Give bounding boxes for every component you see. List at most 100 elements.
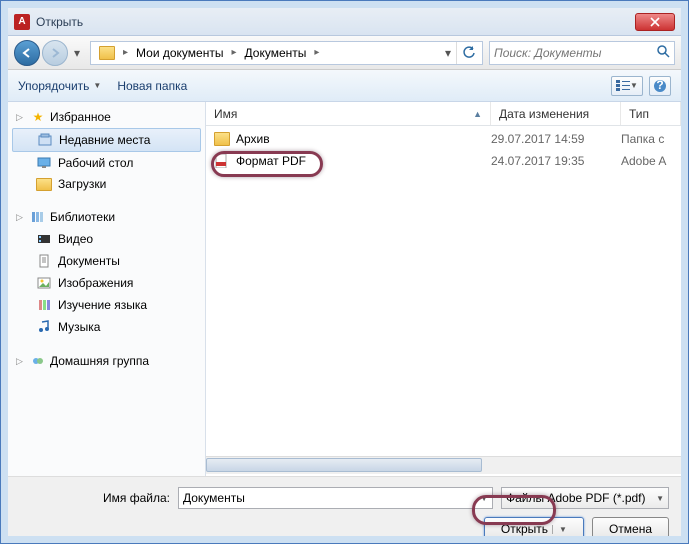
breadcrumb-item-2[interactable]: Документы bbox=[239, 42, 313, 64]
images-icon bbox=[36, 275, 52, 291]
view-mode-button[interactable]: ▼ bbox=[611, 76, 643, 96]
sidebar-item-language[interactable]: Изучение языка bbox=[8, 294, 205, 316]
horizontal-scrollbar[interactable] bbox=[206, 456, 681, 474]
new-folder-button[interactable]: Новая папка bbox=[117, 79, 187, 93]
collapse-icon: ▷ bbox=[16, 212, 26, 223]
chevron-down-icon: ▼ bbox=[656, 494, 664, 503]
sidebar-favorites[interactable]: ▷ ★ Избранное bbox=[8, 106, 205, 128]
list-body[interactable]: Архив 29.07.2017 14:59 Папка с Формат PD… bbox=[206, 126, 681, 456]
adobe-icon: A bbox=[14, 14, 30, 30]
open-dialog: A Открыть ▾ ▸ Мои документы ▸ Документы … bbox=[0, 0, 689, 544]
sidebar-libraries[interactable]: ▷ Библиотеки bbox=[8, 206, 205, 228]
file-name: Формат PDF bbox=[236, 154, 491, 168]
sidebar-item-images[interactable]: Изображения bbox=[8, 272, 205, 294]
homegroup-icon bbox=[30, 353, 46, 369]
chevron-down-icon[interactable]: ▼ bbox=[552, 525, 567, 534]
column-date[interactable]: Дата изменения bbox=[491, 102, 621, 125]
close-icon bbox=[650, 17, 660, 27]
list-header: Имя ▲ Дата изменения Тип bbox=[206, 102, 681, 126]
scrollbar-thumb[interactable] bbox=[206, 458, 482, 472]
file-list: Имя ▲ Дата изменения Тип Архив 29.07.201… bbox=[206, 102, 681, 476]
breadcrumb-label: Мои документы bbox=[136, 46, 223, 60]
file-row[interactable]: Формат PDF 24.07.2017 19:35 Adobe A bbox=[206, 150, 681, 172]
library-icon bbox=[36, 297, 52, 313]
music-icon bbox=[36, 319, 52, 335]
sidebar-homegroup[interactable]: ▷ Домашняя группа bbox=[8, 350, 205, 372]
star-icon: ★ bbox=[30, 109, 46, 125]
list-icon bbox=[616, 80, 630, 92]
sidebar-item-desktop[interactable]: Рабочий стол bbox=[8, 152, 205, 174]
search-icon[interactable] bbox=[656, 44, 670, 61]
desktop-icon bbox=[36, 155, 52, 171]
chevron-down-icon: ▼ bbox=[93, 81, 101, 90]
chevron-right-icon[interactable]: ▸ bbox=[312, 47, 321, 58]
file-row[interactable]: Архив 29.07.2017 14:59 Папка с bbox=[206, 128, 681, 150]
search-input[interactable] bbox=[494, 46, 656, 60]
refresh-button[interactable] bbox=[456, 42, 480, 64]
toolbar: Упорядочить ▼ Новая папка ▼ ? bbox=[8, 70, 681, 102]
search-box[interactable] bbox=[489, 41, 675, 65]
sidebar-item-downloads[interactable]: Загрузки bbox=[8, 174, 205, 194]
file-type: Папка с bbox=[621, 132, 681, 146]
sidebar-item-videos[interactable]: Видео bbox=[8, 228, 205, 250]
sidebar-item-recent[interactable]: Недавние места bbox=[12, 128, 201, 152]
sidebar-label: Рабочий стол bbox=[58, 156, 133, 170]
collapse-icon: ▷ bbox=[16, 112, 26, 123]
organize-button[interactable]: Упорядочить ▼ bbox=[18, 79, 101, 93]
sidebar[interactable]: ▷ ★ Избранное Недавние места Рабочий сто… bbox=[8, 102, 206, 476]
chevron-right-icon[interactable]: ▸ bbox=[229, 47, 238, 58]
collapse-icon: ▷ bbox=[16, 356, 26, 367]
titlebar: A Открыть bbox=[8, 8, 681, 36]
sidebar-label: Недавние места bbox=[59, 133, 150, 147]
sidebar-label: Избранное bbox=[50, 110, 111, 124]
back-button[interactable] bbox=[14, 40, 40, 66]
sidebar-label: Изучение языка bbox=[58, 298, 147, 312]
window-title: Открыть bbox=[36, 15, 635, 29]
dialog-body: ▷ ★ Избранное Недавние места Рабочий сто… bbox=[8, 102, 681, 476]
close-button[interactable] bbox=[635, 13, 675, 31]
sidebar-label: Документы bbox=[58, 254, 120, 268]
libraries-icon bbox=[30, 209, 46, 225]
file-type: Adobe A bbox=[621, 154, 681, 168]
breadcrumb-root[interactable] bbox=[93, 42, 121, 64]
documents-icon bbox=[36, 253, 52, 269]
folder-icon bbox=[99, 46, 115, 60]
sidebar-label: Домашняя группа bbox=[50, 354, 149, 368]
sidebar-item-documents[interactable]: Документы bbox=[8, 250, 205, 272]
chevron-right-icon[interactable]: ▸ bbox=[121, 47, 130, 58]
navbar: ▾ ▸ Мои документы ▸ Документы ▸ ▾ bbox=[8, 36, 681, 70]
sidebar-label: Библиотеки bbox=[50, 210, 115, 224]
filetype-select[interactable]: Файлы Adobe PDF (*.pdf) ▼ bbox=[501, 487, 669, 509]
column-type[interactable]: Тип bbox=[621, 102, 681, 125]
breadcrumb-item-1[interactable]: Мои документы bbox=[130, 42, 229, 64]
breadcrumb[interactable]: ▸ Мои документы ▸ Документы ▸ ▾ bbox=[90, 41, 483, 65]
file-date: 29.07.2017 14:59 bbox=[491, 132, 621, 146]
help-button[interactable]: ? bbox=[649, 76, 671, 96]
folder-icon bbox=[214, 132, 230, 146]
cancel-button[interactable]: Отмена bbox=[592, 517, 669, 541]
video-icon bbox=[36, 231, 52, 247]
help-icon: ? bbox=[653, 79, 667, 93]
chevron-down-icon: ▼ bbox=[630, 81, 638, 90]
sidebar-label: Видео bbox=[58, 232, 93, 246]
svg-text:?: ? bbox=[656, 79, 663, 92]
filename-label: Имя файла: bbox=[20, 491, 170, 505]
forward-button[interactable] bbox=[42, 40, 68, 66]
filename-input[interactable]: Документы ▼ bbox=[178, 487, 493, 509]
arrow-right-icon bbox=[49, 47, 61, 59]
file-name: Архив bbox=[236, 132, 491, 146]
column-name[interactable]: Имя ▲ bbox=[206, 102, 491, 125]
bottom-panel: Имя файла: Документы ▼ Файлы Adobe PDF (… bbox=[8, 476, 681, 544]
chevron-down-icon[interactable]: ▼ bbox=[480, 494, 488, 503]
breadcrumb-label: Документы bbox=[245, 46, 307, 60]
sidebar-label: Музыка bbox=[58, 320, 100, 334]
folder-icon bbox=[36, 178, 52, 191]
breadcrumb-dropdown[interactable]: ▾ bbox=[440, 46, 456, 60]
arrow-left-icon bbox=[21, 47, 33, 59]
sidebar-item-music[interactable]: Музыка bbox=[8, 316, 205, 338]
sort-asc-icon: ▲ bbox=[473, 109, 482, 119]
open-button[interactable]: Открыть ▼ bbox=[484, 517, 584, 541]
nav-history-dropdown[interactable]: ▾ bbox=[70, 43, 84, 63]
refresh-icon bbox=[462, 46, 476, 60]
sidebar-label: Загрузки bbox=[58, 177, 106, 191]
